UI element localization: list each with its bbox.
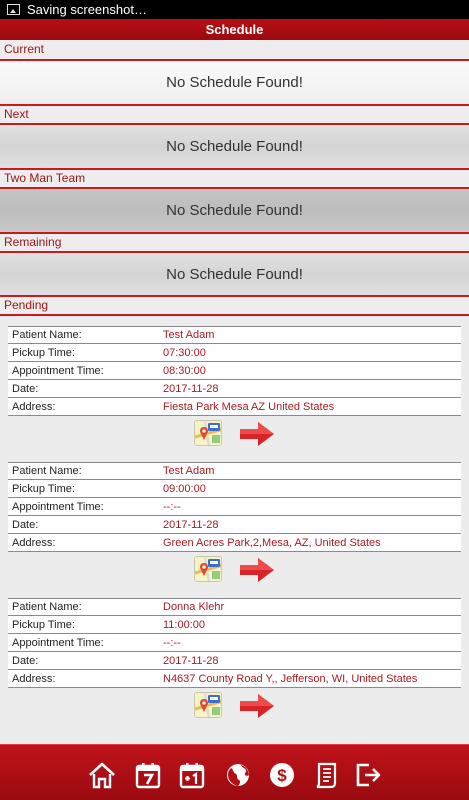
date-value: 2017-11-28 [163, 654, 219, 667]
section-label-remaining: Remaining [0, 232, 469, 253]
pending-item: Patient Name: Test Adam Pickup Time: 07:30… [8, 326, 461, 446]
dollar-icon: $ [270, 763, 294, 787]
map-icon [195, 421, 221, 445]
section-label-next: Next [0, 104, 469, 125]
patient-row: Patient Name: Test Adam [8, 462, 461, 480]
item-actions [8, 692, 461, 722]
date-row: Date: 2017-11-28 [8, 652, 461, 670]
bottom-nav: $ [0, 744, 469, 800]
date-label: Date: [12, 518, 39, 531]
section-label-pending: Pending [0, 295, 469, 316]
svg-text:$: $ [277, 766, 287, 785]
patient-row: Patient Name: Donna Klehr [8, 598, 461, 616]
screenshot-icon [7, 4, 20, 15]
nav-payment-button[interactable]: $ [268, 761, 296, 789]
address-row: Address: N4637 County Road Y,, Jefferson,… [8, 670, 461, 688]
status-text: Saving screenshot… [27, 2, 147, 17]
section-label-current: Current [0, 40, 469, 61]
pickup-value: 11:00:00 [163, 618, 206, 631]
nav-home-button[interactable] [88, 761, 116, 789]
map-icon [195, 693, 221, 717]
date-value: 2017-11-28 [163, 382, 219, 395]
appointment-row: Appointment Time: --:-- [8, 634, 461, 652]
two-man-team-schedule-message: No Schedule Found! [166, 202, 303, 219]
appointment-label: Appointment Time: [12, 500, 104, 513]
remaining-schedule-box[interactable]: No Schedule Found! [0, 253, 469, 295]
appointment-row: Appointment Time: 08:30:00 [8, 362, 461, 380]
pickup-row: Pickup Time: 09:00:00 [8, 480, 461, 498]
address-value: N4637 County Road Y,, Jefferson, WI, Uni… [163, 672, 418, 685]
patient-label: Patient Name: [12, 601, 82, 613]
home-icon [89, 762, 115, 789]
arrow-right-icon [240, 558, 274, 582]
pickup-label: Pickup Time: [12, 482, 75, 495]
navigate-arrow-button[interactable] [238, 420, 276, 448]
map-button[interactable] [194, 692, 222, 718]
section-label-two-man-team: Two Man Team [0, 168, 469, 189]
nav-map-button[interactable] [224, 761, 252, 789]
date-row: Date: 2017-11-28 [8, 516, 461, 534]
arrow-right-icon [240, 694, 274, 718]
appointment-value: --:-- [163, 500, 181, 513]
appointment-label: Appointment Time: [12, 364, 104, 377]
pickup-row: Pickup Time: 11:00:00 [8, 616, 461, 634]
address-label: Address: [12, 536, 56, 549]
address-row: Address: Fiesta Park Mesa AZ United State… [8, 398, 461, 416]
appointment-label: Appointment Time: [12, 636, 104, 649]
globe-icon [227, 764, 249, 786]
receipt-icon [316, 762, 337, 789]
date-label: Date: [12, 654, 39, 667]
item-actions [8, 420, 461, 450]
pickup-label: Pickup Time: [12, 346, 75, 359]
next-schedule-message: No Schedule Found! [166, 138, 303, 155]
two-man-team-schedule-box[interactable]: No Schedule Found! [0, 189, 469, 232]
patient-label: Patient Name: [12, 329, 82, 341]
date-row: Date: 2017-11-28 [8, 380, 461, 398]
nav-receipt-button[interactable] [312, 761, 340, 789]
patient-row: Patient Name: Test Adam [8, 326, 461, 344]
calendar-plus-one-icon [179, 763, 205, 789]
logout-icon [356, 763, 381, 787]
pending-list: Patient Name: Test Adam Pickup Time: 07:30… [0, 316, 469, 744]
next-schedule-box[interactable]: No Schedule Found! [0, 125, 469, 168]
appointment-value: 08:30:00 [163, 364, 206, 377]
appointment-value: --:-- [163, 636, 181, 649]
arrow-right-icon [240, 422, 274, 446]
navigate-arrow-button[interactable] [238, 692, 276, 720]
pending-item: Patient Name: Donna Klehr Pickup Time: 11:… [8, 598, 461, 718]
nav-calendar-button[interactable] [134, 761, 162, 789]
address-value: Fiesta Park Mesa AZ United States [163, 400, 335, 413]
page-title: Schedule [0, 19, 469, 40]
calendar-icon [135, 763, 161, 789]
pickup-label: Pickup Time: [12, 618, 75, 631]
date-value: 2017-11-28 [163, 518, 219, 531]
pickup-value: 09:00:00 [163, 482, 206, 495]
status-bar: Saving screenshot… [0, 0, 469, 19]
item-actions [8, 556, 461, 586]
map-icon [195, 557, 221, 581]
date-label: Date: [12, 382, 39, 395]
appointment-row: Appointment Time: --:-- [8, 498, 461, 516]
pending-item: Patient Name: Test Adam Pickup Time: 09:00… [8, 462, 461, 582]
remaining-schedule-message: No Schedule Found! [166, 265, 303, 283]
patient-value: Donna Klehr [163, 601, 225, 613]
map-button[interactable] [194, 556, 222, 582]
nav-logout-button[interactable] [354, 761, 382, 789]
current-schedule-box[interactable]: No Schedule Found! [0, 61, 469, 104]
address-label: Address: [12, 400, 56, 413]
address-row: Address: Green Acres Park,2,Mesa, AZ, Uni… [8, 534, 461, 552]
nav-add-day-button[interactable] [178, 761, 206, 789]
current-schedule-message: No Schedule Found! [166, 74, 303, 91]
navigate-arrow-button[interactable] [238, 556, 276, 584]
address-value: Green Acres Park,2,Mesa, AZ, United Stat… [163, 536, 381, 549]
pickup-value: 07:30:00 [163, 346, 206, 359]
patient-value: Test Adam [163, 329, 215, 341]
map-button[interactable] [194, 420, 222, 446]
pickup-row: Pickup Time: 07:30:00 [8, 344, 461, 362]
patient-value: Test Adam [163, 465, 215, 477]
patient-label: Patient Name: [12, 465, 82, 477]
address-label: Address: [12, 672, 56, 685]
